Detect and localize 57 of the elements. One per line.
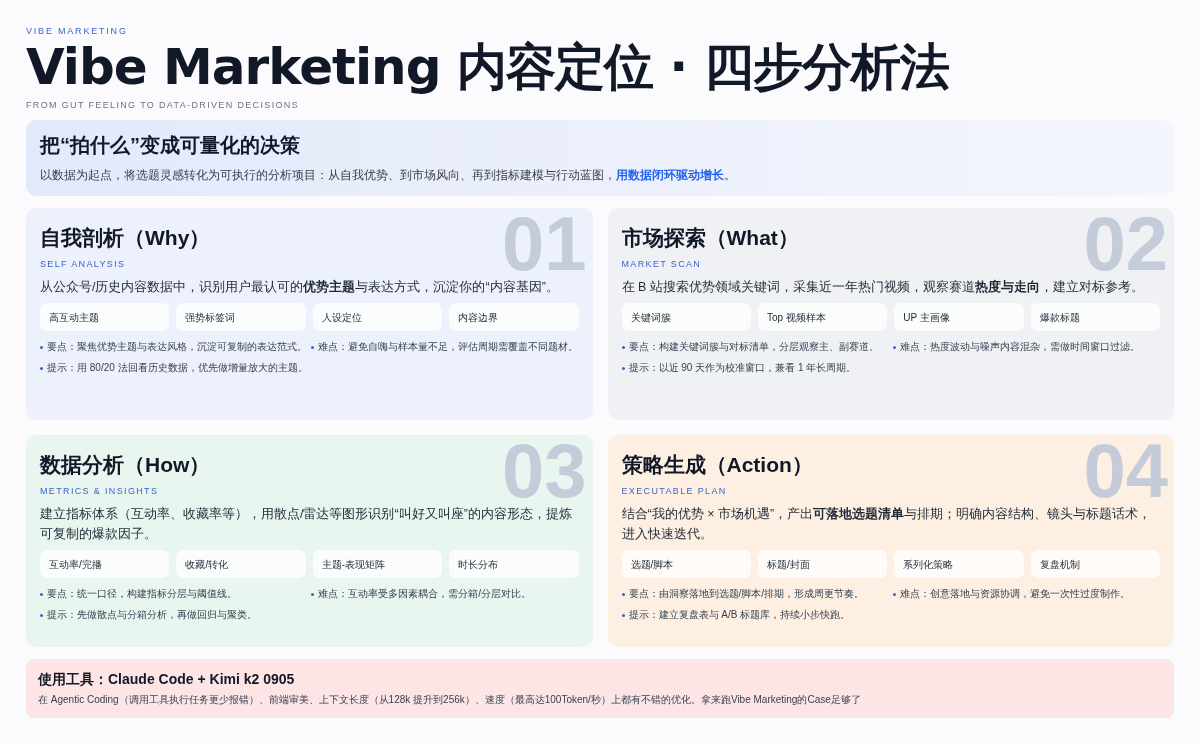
page-title: Vibe Marketing 内容定位 · 四步分析法 xyxy=(26,37,950,98)
tag-chip: 互动率/完播 xyxy=(40,550,170,578)
tag-chip: 系列化策略 xyxy=(894,550,1024,578)
banner-title: 把“拍什么”变成可量化的决策 xyxy=(40,133,301,158)
bullet-icon xyxy=(621,613,625,617)
bullet-icon xyxy=(40,592,43,596)
tag-chip: 爆款标题 xyxy=(1030,303,1160,331)
tag-chip: UP 主画像 xyxy=(894,303,1024,331)
note-text: 提示：用 80/20 法回看历史数据，优先做增量放大的主题。 xyxy=(47,361,308,375)
tag-chip: 主题-表现矩阵 xyxy=(312,550,443,578)
tag-chip: 收藏/转化 xyxy=(176,550,306,578)
note-text: 要点：构建关键词簇与对标清单，分层观察主、副赛道。 xyxy=(628,340,879,354)
card-kicker: EXECUTABLE PLAN xyxy=(621,485,728,497)
card-description: 结合“我的优势 × 市场机遇”，产出可落地选题清单与排期；明确内容结构、镜头与标题话术，进入快速迭代。 xyxy=(621,506,1153,543)
note-text: 提示：建立复盘表与 A/B 标题库，持续小步快跑。 xyxy=(628,608,851,622)
card-kicker: MARKET SCAN xyxy=(621,258,703,270)
card-description: 建立指标体系（互动率、收藏率等），用散点/雷达等图形识别“叫好又叫座”的内容形态，提炼可复制的爆款因子。 xyxy=(40,506,573,543)
bullet-icon xyxy=(311,345,315,349)
card-description: 在 B 站搜索优势领域关键词，采集近一年热门视频，观察赛道热度与走向，建立对标参考。 xyxy=(621,278,1145,296)
bullet-icon xyxy=(40,613,43,617)
note-text: 提示：以近 90 天作为校准窗口，兼看 1 年长周期。 xyxy=(628,361,857,375)
bullet-icon xyxy=(621,592,625,596)
tag-chip: 关键词簇 xyxy=(621,303,751,331)
note-text: 难点：避免自嗨与样本量不足，评估周期需覆盖不同题材。 xyxy=(318,340,579,354)
tools-description: 在 Agentic Coding（调用工具执行任务更少报错）、前端审美、上下文长度（从128k 提升到256k）、速度（最高达100Token/秒）上都有不错的优化。拿来跑Vibe Marketing的Case足够了 xyxy=(38,693,862,707)
note-text: 难点：热度波动与噪声内容混杂，需做时间窗口过滤。 xyxy=(899,340,1140,354)
tag-chip: 时长分布 xyxy=(449,550,579,578)
bullet-icon xyxy=(892,592,896,596)
tag-chip: 内容边界 xyxy=(449,303,579,331)
bullet-icon xyxy=(621,366,625,370)
tag-chip: 复盘机制 xyxy=(1030,550,1160,578)
tag-chip: 强势标签词 xyxy=(176,303,306,331)
tools-label: 使用工具： xyxy=(38,670,108,688)
tag-chip: 人设定位 xyxy=(312,303,443,331)
card-kicker: SELF ANALYSIS xyxy=(40,258,127,270)
note-text: 要点：由洞察落地到选题/脚本/排期，形成周更节奏。 xyxy=(628,587,865,601)
tag-chip: Top 视频样本 xyxy=(757,303,888,331)
card-kicker: METRICS & INSIGHTS xyxy=(40,485,160,497)
note-text: 难点：互动率受多因素耦合，需分箱/分层对比。 xyxy=(318,587,532,601)
tag-chip: 选题/脚本 xyxy=(621,550,751,578)
page-subtitle: FROM GUT FEELING TO DATA-DRIVEN DECISIONS xyxy=(26,99,301,112)
bullet-icon xyxy=(311,592,315,596)
bullet-icon xyxy=(621,345,625,349)
bullet-icon xyxy=(40,345,43,349)
note-text: 要点：聚焦优势主题与表达风格，沉淀可复制的表达范式。 xyxy=(47,340,307,354)
banner-text: 以数据为起点，将选题灵感转化为可执行的分析项目：从自我优势、到市场风向、再到指标建模与行动蓝图，用数据闭环驱动增长。 xyxy=(40,167,737,184)
bullet-icon xyxy=(40,366,43,370)
step-number: 04 xyxy=(1083,441,1168,501)
tag-chip: 标题/封面 xyxy=(757,550,888,578)
bullet-icon xyxy=(892,345,896,349)
card-description: 从公众号/历史内容数据中，识别用户最认可的优势主题与表达方式，沉淀你的“内容基因”。 xyxy=(40,278,560,296)
note-text: 要点：统一口径，构建指标分层与阈值线。 xyxy=(47,587,237,601)
note-text: 难点：创意落地与资源协调，避免一次性过度制作。 xyxy=(899,587,1130,601)
tag-chip: 高互动主题 xyxy=(40,303,170,331)
tools-name: Claude Code + Kimi k2 0905 xyxy=(108,670,295,688)
header-kicker: VIBE MARKETING xyxy=(26,25,129,38)
note-text: 提示：先做散点与分箱分析，再做回归与聚类。 xyxy=(47,608,257,622)
